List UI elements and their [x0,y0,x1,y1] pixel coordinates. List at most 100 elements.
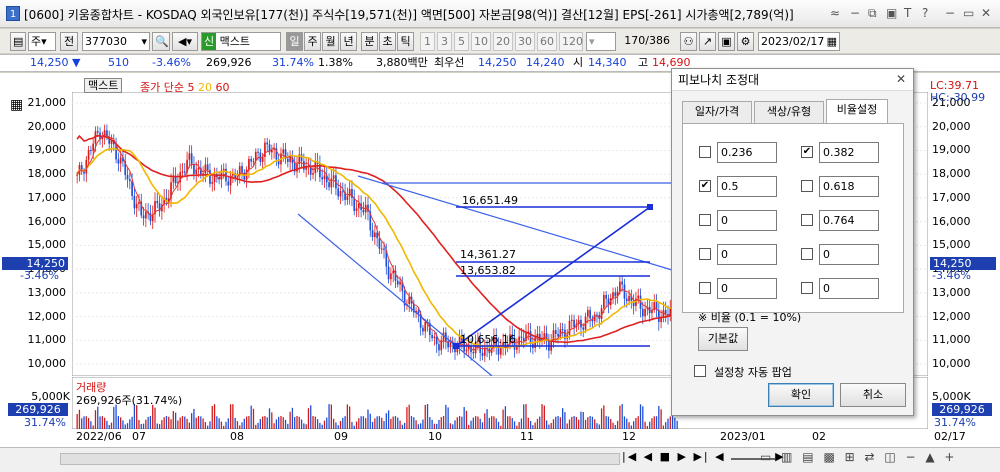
volume-bar [619,405,621,429]
volume-bar [534,422,536,429]
interval-120[interactable]: 120 [559,32,583,51]
period-day[interactable]: 일 [286,32,303,51]
stock-code-input[interactable]: 377030 ▾ [82,32,150,51]
interval-30[interactable]: 30 [515,32,535,51]
volume-bar [147,416,149,429]
x-tick: 10 [428,430,442,443]
dialog-tabs: 일자/가격 색상/유형 비율설정 [682,99,904,124]
auto-popup-label: 설정창 자동 팝업 [714,366,792,379]
best-ask: 14,250 [478,56,517,69]
volume-bar [408,404,410,429]
x-tick: 02/17 [934,430,966,443]
ratio-input-2[interactable]: 0.5 [717,176,777,197]
ratio-input-3[interactable]: 0.618 [819,176,879,197]
ratio-input-5[interactable]: 0.764 [819,210,879,231]
volume-bar [273,423,275,429]
interval-60[interactable]: 60 [537,32,557,51]
ratio-checkbox-6[interactable] [699,248,711,260]
volume-bar [454,420,456,429]
ratio-checkbox-9[interactable] [801,282,813,294]
text-icon[interactable]: T [904,5,911,21]
view-icons[interactable]: ▭ ▥ ▤ ▩ ⊞ ⇄ ◫ − ▲ + [760,450,957,464]
chart-scrollbar[interactable]: |◀ ◀ ■ ▶ ▶| ◀ ▶ ▭ ▥ ▤ ▩ ⊞ ⇄ ◫ − ▲ + [0,447,1000,472]
ratio-input-4[interactable]: 0 [717,210,777,231]
fib-handle-end[interactable] [647,204,653,210]
link-icon[interactable]: ≈ [830,5,840,21]
tab-color-style[interactable]: 색상/유형 [754,101,824,123]
tab-ratio-settings[interactable]: 비율설정 [826,99,888,124]
default-button[interactable]: 기본값 [698,327,748,351]
interval-10[interactable]: 10 [471,32,491,51]
y-tick-left: 20,000 [27,119,67,133]
grid-icon[interactable]: ▦ [10,97,23,113]
volume-bar [491,416,493,429]
volume-bar [392,416,394,429]
all-button[interactable]: 전 [60,32,78,51]
fib-handle-start[interactable] [453,343,459,349]
dialog-close-icon[interactable]: ✕ [896,72,906,86]
candle-body [282,149,285,154]
candle-body [357,203,360,209]
interval-5[interactable]: 5 [454,32,469,51]
sound-icon[interactable]: ◀▾ [172,32,198,51]
stock-name-field[interactable]: 신 맥스트 [201,32,281,51]
window-minimize-button[interactable]: − [945,5,955,21]
volume-bar [417,424,420,429]
settings-icon[interactable]: ⚙ [737,32,754,51]
list-icon[interactable]: ▤ [10,32,26,51]
period-tick[interactable]: 틱 [397,32,414,51]
link-tool-icon[interactable]: ⚇ [680,32,697,51]
ratio-checkbox-0[interactable] [699,146,711,158]
title-bar: 1 [0600] 키움종합차트 - KOSDAQ 외국인보유[177(천)] 주… [0,0,1000,28]
volume-bar [120,417,122,429]
tab-date-price[interactable]: 일자/가격 [682,101,752,123]
tile-icon[interactable]: ▣ [886,5,897,21]
interval-1[interactable]: 1 [420,32,435,51]
ratio-checkbox-4[interactable] [699,214,711,226]
period-year[interactable]: 년 [340,32,357,51]
help-icon[interactable]: ? [922,5,928,21]
ratio-input-7[interactable]: 0 [819,244,879,265]
volume-bar [87,417,90,429]
ratio-input-0[interactable]: 0.236 [717,142,777,163]
ratio-input-6[interactable]: 0 [717,244,777,265]
cancel-button[interactable]: 취소 [840,383,906,407]
ratio-checkbox-3[interactable] [801,180,813,192]
period-month[interactable]: 월 [322,32,339,51]
volume-bar [452,424,454,429]
candle-body [371,230,374,238]
restore-icon[interactable]: ⧉ [868,5,877,21]
type-select[interactable]: 주▾ [28,32,56,51]
volume-bar [179,417,181,429]
volume-bar [580,411,582,429]
ok-button[interactable]: 확인 [768,383,834,407]
save-icon[interactable]: ▣ [718,32,735,51]
volume-bar [177,420,179,429]
ratio-checkbox-5[interactable] [801,214,813,226]
interval-select[interactable]: ▾ [586,32,616,51]
search-icon[interactable]: 🔍 [152,32,170,51]
window-close-button[interactable]: ✕ [981,5,991,21]
ratio-checkbox-7[interactable] [801,248,813,260]
period-week[interactable]: 주 [304,32,321,51]
period-minute[interactable]: 분 [361,32,378,51]
ratio-input-8[interactable]: 0 [717,278,777,299]
candle-body [261,156,264,162]
period-second[interactable]: 초 [379,32,396,51]
minimize-icon[interactable]: − [850,5,860,21]
ratio-input-1[interactable]: 0.382 [819,142,879,163]
ratio-input-9[interactable]: 0 [819,278,879,299]
ratio-checkbox-8[interactable] [699,282,711,294]
scroll-track[interactable] [60,453,620,465]
interval-3[interactable]: 3 [437,32,452,51]
candle-body [222,168,225,171]
turnover: 1.38% [318,56,353,69]
ratio-checkbox-1[interactable]: ✔ [801,146,813,158]
window-maximize-button[interactable]: ▭ [963,5,974,21]
trend-icon[interactable]: ↗ [699,32,716,51]
auto-popup-checkbox[interactable] [694,365,706,377]
volume-bar [511,418,513,429]
ratio-checkbox-2[interactable]: ✔ [699,180,711,192]
date-input[interactable]: 2023/02/17 ▦ [758,32,840,51]
interval-20[interactable]: 20 [493,32,513,51]
